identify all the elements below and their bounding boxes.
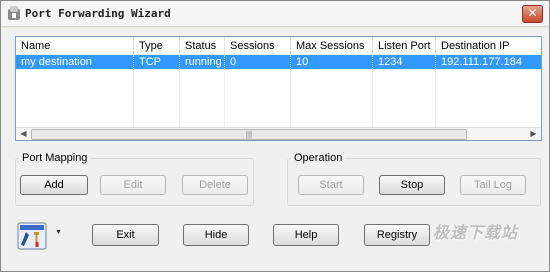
forwarding-table[interactable]: Name Type Status Sessions Max Sessions L… <box>15 36 542 141</box>
table-row[interactable]: my destination TCP running 0 10 1234 192… <box>16 55 541 69</box>
column-header-type[interactable]: Type <box>134 37 180 55</box>
port-forwarding-window: Port Forwarding Wizard ✕ Name Type Statu… <box>0 0 550 272</box>
scroll-right-arrow[interactable]: ▶ <box>527 128 540 141</box>
window-title: Port Forwarding Wizard <box>25 7 171 20</box>
add-button[interactable]: Add <box>20 175 88 195</box>
stop-button[interactable]: Stop <box>379 175 445 195</box>
column-divider <box>180 69 225 127</box>
tools-dropdown-arrow[interactable]: ▼ <box>55 229 62 236</box>
cell-type: TCP <box>134 55 180 69</box>
column-header-name[interactable]: Name <box>16 37 134 55</box>
app-icon <box>8 6 20 20</box>
column-divider <box>225 69 291 127</box>
column-divider <box>134 69 180 127</box>
cell-destination-ip: 192.111.177.184 <box>441 56 522 68</box>
cell-sessions: 0 <box>225 55 291 69</box>
title-bar: Port Forwarding Wizard ✕ <box>1 1 549 27</box>
column-header-listen-port[interactable]: Listen Port <box>373 37 436 55</box>
main-panel: Name Type Status Sessions Max Sessions L… <box>1 28 549 271</box>
tail-log-button[interactable]: Tail Log <box>460 175 526 195</box>
cell-name: my destination <box>16 55 134 69</box>
column-header-sessions[interactable]: Sessions <box>225 37 291 55</box>
horizontal-scrollbar[interactable]: ◀ ||| ▶ <box>16 127 541 140</box>
column-divider <box>291 69 373 127</box>
help-button[interactable]: Help <box>273 224 339 246</box>
port-mapping-label: Port Mapping <box>19 152 91 164</box>
column-divider <box>16 69 134 127</box>
cell-max-sessions: 10 <box>291 55 373 69</box>
scroll-left-arrow[interactable]: ◀ <box>17 128 30 141</box>
cell-status: running <box>180 55 225 69</box>
operation-group: Operation Start Stop Tail Log <box>287 152 541 206</box>
port-mapping-group: Port Mapping Add Edit Delete <box>15 152 254 206</box>
edit-button[interactable]: Edit <box>100 175 166 195</box>
registry-button[interactable]: Registry <box>364 224 430 246</box>
tools-icon[interactable] <box>17 222 47 250</box>
start-button[interactable]: Start <box>298 175 364 195</box>
watermark: 极速下载站 <box>433 223 519 242</box>
cell-listen-port: 1234 <box>373 55 436 69</box>
table-header: Name Type Status Sessions Max Sessions L… <box>16 37 541 55</box>
column-header-status[interactable]: Status <box>180 37 225 55</box>
column-header-max-sessions[interactable]: Max Sessions <box>291 37 373 55</box>
delete-button[interactable]: Delete <box>182 175 248 195</box>
column-divider <box>373 69 436 127</box>
scroll-thumb[interactable]: ||| <box>31 129 467 140</box>
column-header-destination-ip[interactable]: Destination IP <box>436 37 541 55</box>
exit-button[interactable]: Exit <box>92 224 159 246</box>
close-button[interactable]: ✕ <box>522 5 543 23</box>
operation-label: Operation <box>291 152 346 164</box>
hide-button[interactable]: Hide <box>183 224 249 246</box>
